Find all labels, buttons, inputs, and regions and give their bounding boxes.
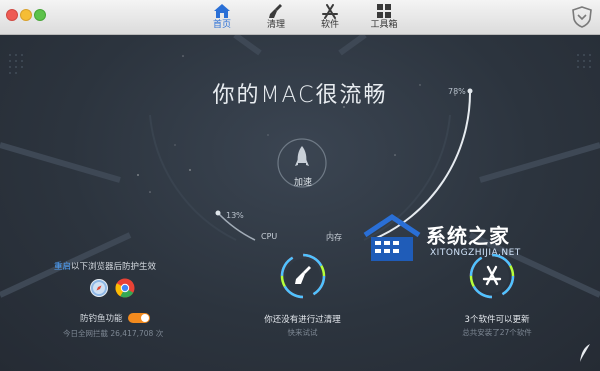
window-minimize-button[interactable] — [20, 9, 32, 21]
safari-icon[interactable] — [90, 279, 108, 297]
tab-home-label: 首页 — [212, 20, 231, 30]
status-headline: 你的MAC很流畅 — [212, 83, 388, 108]
tab-clean-label: 清理 — [266, 20, 285, 30]
toolbar: 首页 清理 软件 工具箱 — [0, 0, 600, 35]
app-store-icon — [322, 4, 338, 19]
software-update-button[interactable] — [469, 253, 515, 299]
restart-note-text: 以下浏览器后防护生效 — [71, 262, 157, 272]
toolbox-icon — [377, 4, 391, 18]
software-installed-count: 总共安装了27个软件 — [462, 328, 532, 337]
chrome-icon[interactable] — [115, 278, 135, 298]
cpu-label: CPU — [261, 232, 278, 241]
tab-toolbox-label: 工具箱 — [370, 20, 398, 30]
broom-icon — [269, 4, 282, 18]
main-panel: 你的MAC很流畅 78% 13% CPU 内存 加速 系统之家 XITONGZH… — [0, 35, 600, 371]
tab-clean[interactable]: 清理 — [258, 3, 294, 33]
tab-software-label: 软件 — [320, 20, 339, 30]
window-maximize-button[interactable] — [34, 9, 46, 21]
software-update-title: 3个软件可以更新 — [464, 315, 530, 325]
shield-icon — [572, 6, 592, 28]
feather-icon[interactable] — [578, 343, 592, 363]
protection-shield-button[interactable] — [570, 5, 594, 33]
restart-link[interactable]: 重启 — [54, 262, 71, 272]
memory-percent: 78% — [448, 87, 466, 96]
window-close-button[interactable] — [6, 9, 18, 21]
cleanup-button[interactable] — [280, 253, 326, 299]
tab-toolbox[interactable]: 工具箱 — [366, 3, 402, 33]
cpu-percent: 13% — [226, 211, 244, 220]
rocket-icon — [278, 153, 279, 154]
watermark-text: 系统之家 — [426, 224, 510, 248]
boost-label: 加速 — [293, 178, 312, 188]
tab-software[interactable]: 软件 — [312, 3, 348, 33]
tab-home[interactable]: 首页 — [204, 3, 240, 33]
browser-restart-note: 重启以下浏览器后防护生效 — [54, 260, 156, 272]
home-icon — [214, 4, 230, 18]
memory-label: 内存 — [326, 233, 342, 242]
xitongzhijia-logo — [363, 213, 421, 261]
